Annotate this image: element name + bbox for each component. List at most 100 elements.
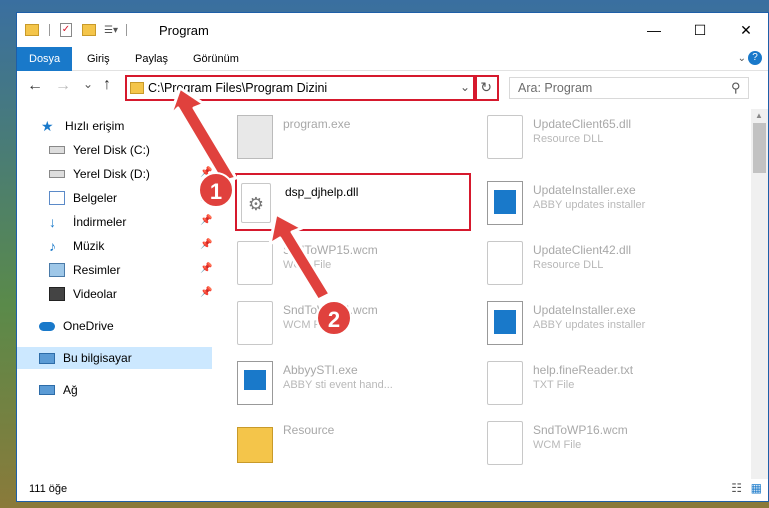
file-icon: [237, 301, 273, 345]
sidebar-item-music[interactable]: ♪ Müzik 📌: [17, 235, 212, 257]
application-icon: [237, 361, 273, 405]
refresh-highlight-box: [473, 75, 499, 101]
sidebar-item-downloads[interactable]: ↓ İndirmeler 📌: [17, 211, 212, 233]
application-icon: [237, 115, 273, 159]
sidebar-item-onedrive[interactable]: OneDrive: [17, 315, 212, 337]
sidebar-item-label: Resimler: [73, 263, 121, 277]
list-item[interactable]: UpdateInstaller.exe ABBY updates install…: [477, 295, 707, 351]
details-view-icon[interactable]: ☷: [731, 481, 742, 495]
sidebar-item-pictures[interactable]: Resimler 📌: [17, 259, 212, 281]
documents-icon: [49, 191, 65, 205]
installer-icon: [487, 301, 523, 345]
address-highlight-box: [125, 75, 477, 101]
sidebar-item-local-disk-c[interactable]: Yerel Disk (C:): [17, 139, 212, 161]
file-type: WCM File: [283, 259, 332, 271]
file-icon: [237, 241, 273, 285]
separator: [49, 24, 50, 36]
folder-icon[interactable]: [25, 24, 39, 36]
file-name: AbbyySTI.exe: [283, 363, 358, 377]
list-item[interactable]: UpdateClient42.dll Resource DLL: [477, 235, 707, 291]
network-icon: [39, 385, 55, 395]
file-type: ABBY updates installer: [533, 319, 646, 331]
list-item[interactable]: help.fineReader.txt TXT File: [477, 355, 707, 411]
up-button[interactable]: ↑: [103, 76, 111, 94]
explorer-window: ✓ ☰▾ Program — ☐ ✕ Dosya Giriş Paylaş Gö…: [16, 12, 769, 502]
expand-ribbon-icon[interactable]: ⌄: [738, 53, 746, 64]
sidebar-item-label: Yerel Disk (D:): [73, 167, 150, 181]
file-type: WCM File: [533, 439, 582, 451]
maximize-button[interactable]: ☐: [677, 13, 723, 47]
pin-icon[interactable]: 📌: [200, 239, 212, 251]
file-name: Resource: [283, 423, 335, 437]
properties-icon[interactable]: ✓: [60, 23, 72, 37]
file-name: UpdateClient65.dll: [533, 117, 632, 131]
list-item[interactable]: SndToWP16.wcm WCM File: [477, 415, 707, 471]
tab-home[interactable]: Giriş: [77, 47, 120, 71]
list-item[interactable]: SndToWP15.wcm WCM File: [227, 235, 457, 291]
file-name: UpdateInstaller.exe: [533, 183, 636, 197]
help-icon[interactable]: ?: [748, 51, 762, 65]
file-type: TXT File: [533, 379, 575, 391]
drive-icon: [49, 170, 65, 178]
list-item[interactable]: program.exe: [227, 109, 457, 165]
file-name: program.exe: [283, 117, 351, 131]
installer-icon: [487, 181, 523, 225]
pin-icon[interactable]: 📌: [200, 215, 212, 227]
back-button[interactable]: ←: [27, 77, 43, 95]
file-name: UpdateInstaller.exe: [533, 303, 636, 317]
item-count: 111 öğe: [29, 483, 68, 495]
folder-icon: [237, 427, 273, 463]
sidebar-item-local-disk-d[interactable]: Yerel Disk (D:) 📌: [17, 163, 212, 185]
file-highlight-box: [235, 173, 471, 231]
sidebar-item-network[interactable]: Ağ: [17, 379, 212, 401]
sidebar-item-quick-access[interactable]: ★ Hızlı erişim: [17, 115, 212, 137]
large-icons-view-icon[interactable]: ▦: [751, 481, 762, 495]
pin-icon[interactable]: 📌: [200, 287, 212, 299]
close-button[interactable]: ✕: [723, 13, 768, 47]
computer-icon: [39, 352, 55, 364]
customize-toolbar-icon[interactable]: ☰▾: [104, 25, 118, 36]
window-title: Program: [159, 23, 209, 38]
sidebar-item-label: Müzik: [73, 239, 105, 253]
sidebar-item-videos[interactable]: Videolar 📌: [17, 283, 212, 305]
sidebar-item-documents[interactable]: Belgeler📌: [17, 187, 212, 209]
dll-file-icon: [487, 115, 523, 159]
vertical-scrollbar[interactable]: ▲: [751, 109, 768, 479]
search-input[interactable]: Ara: Program: [509, 77, 749, 99]
music-icon: ♪: [49, 238, 56, 254]
scrollbar-thumb[interactable]: [753, 123, 766, 173]
step-2-badge: 2: [316, 300, 352, 336]
list-item[interactable]: UpdateClient65.dll Resource DLL: [477, 109, 707, 165]
sidebar-item-label: Yerel Disk (C:): [73, 143, 150, 157]
tab-view[interactable]: Görünüm: [183, 47, 249, 71]
file-type: Resource DLL: [533, 133, 604, 145]
star-icon: ★: [41, 117, 54, 134]
tab-share[interactable]: Paylaş: [125, 47, 178, 71]
step-1-badge: 1: [198, 172, 234, 208]
minimize-button[interactable]: —: [631, 13, 677, 47]
ribbon-tabs: Dosya Giriş Paylaş Görünüm ⌄ ?: [17, 47, 768, 71]
sidebar-item-label: Ağ: [63, 383, 78, 397]
sidebar-item-label: İndirmeler: [73, 215, 127, 229]
drive-icon: [49, 146, 65, 154]
pin-icon[interactable]: 📌: [200, 263, 212, 275]
file-name: SndToWP15.wcm: [283, 243, 378, 257]
sidebar-item-label: Videolar: [73, 287, 117, 301]
file-type: ABBY updates installer: [533, 199, 646, 211]
search-icon[interactable]: ⚲: [731, 80, 741, 96]
file-type: ABBY sti event hand...: [283, 379, 393, 391]
list-item[interactable]: UpdateInstaller.exe ABBY updates install…: [477, 175, 707, 231]
list-item[interactable]: AbbyySTI.exe ABBY sti event hand...: [227, 355, 457, 411]
sidebar-item-label: Bu bilgisayar: [63, 351, 132, 365]
sidebar-item-this-pc[interactable]: Bu bilgisayar: [17, 347, 212, 369]
file-list: program.exe UpdateClient65.dll Resource …: [227, 109, 747, 469]
tab-file[interactable]: Dosya: [17, 47, 73, 71]
scroll-up-arrow[interactable]: ▲: [755, 111, 763, 120]
videos-icon: [49, 287, 65, 301]
forward-button[interactable]: →: [55, 77, 71, 95]
file-name: SndToWP16.wcm: [533, 423, 628, 437]
navigation-pane: ★ Hızlı erişim Yerel Disk (C:) Yerel Disk…: [17, 109, 212, 469]
list-item[interactable]: Resource: [227, 415, 457, 471]
recent-locations-button[interactable]: ⌄: [83, 77, 93, 91]
new-folder-icon[interactable]: [82, 24, 96, 36]
